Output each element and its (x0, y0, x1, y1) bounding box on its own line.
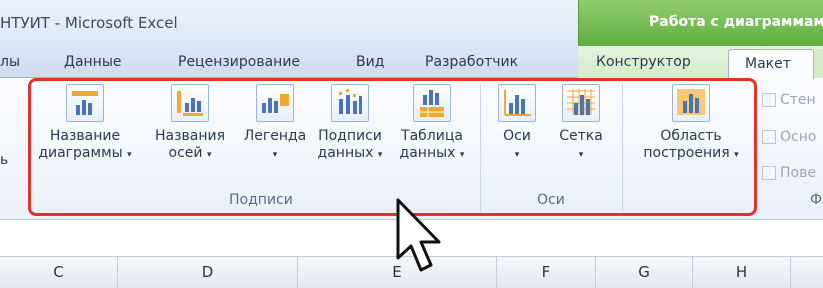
window-title: НТУИТ - Microsoft Excel (0, 14, 178, 32)
chart-wall-icon (762, 93, 776, 107)
tab-developer[interactable]: Разработчик (425, 54, 518, 70)
chart-tools-context-header: Работа с диаграммами (578, 0, 823, 46)
tab-view[interactable]: Вид (356, 54, 384, 70)
context-group-label: Работа с диаграммами (649, 14, 823, 30)
column-header-f[interactable]: F (497, 257, 596, 288)
chart-floor-button[interactable]: Осно (762, 129, 816, 145)
chart-wall-label: Стен (780, 92, 816, 108)
tab-layout-label: Макет (745, 56, 791, 72)
chart-floor-label: Осно (780, 129, 817, 145)
chart-floor-icon (762, 130, 776, 144)
tab-layout[interactable]: Макет (728, 49, 814, 79)
column-header-c[interactable]: C (0, 257, 118, 288)
chart-wall-button[interactable]: Стен (762, 92, 816, 108)
tab-data[interactable]: Данные (64, 54, 122, 70)
rotation-3d-label: Пове (780, 165, 816, 181)
title-bar: НТУИТ - Microsoft Excel Работа с диаграм… (0, 0, 823, 46)
mouse-pointer-icon (394, 196, 448, 284)
column-header-next[interactable] (791, 257, 823, 288)
partial-button-label: ь (0, 152, 9, 168)
column-header-d[interactable]: D (118, 257, 298, 288)
tab-design[interactable]: Конструктор (596, 54, 691, 70)
rotation-3d-button[interactable]: Пове (762, 165, 816, 181)
column-header-g[interactable]: G (596, 257, 693, 288)
group-label-background: Ф (810, 192, 823, 208)
rotation-3d-icon (762, 166, 776, 180)
tab-formulas[interactable]: лы (0, 54, 20, 70)
highlight-frame (28, 78, 757, 216)
ribbon-tabs: лы Данные Рецензирование Вид Разработчик… (0, 46, 823, 78)
tab-review[interactable]: Рецензирование (178, 54, 300, 70)
column-header-h[interactable]: H (693, 257, 791, 288)
tab-row-filler (814, 49, 823, 78)
